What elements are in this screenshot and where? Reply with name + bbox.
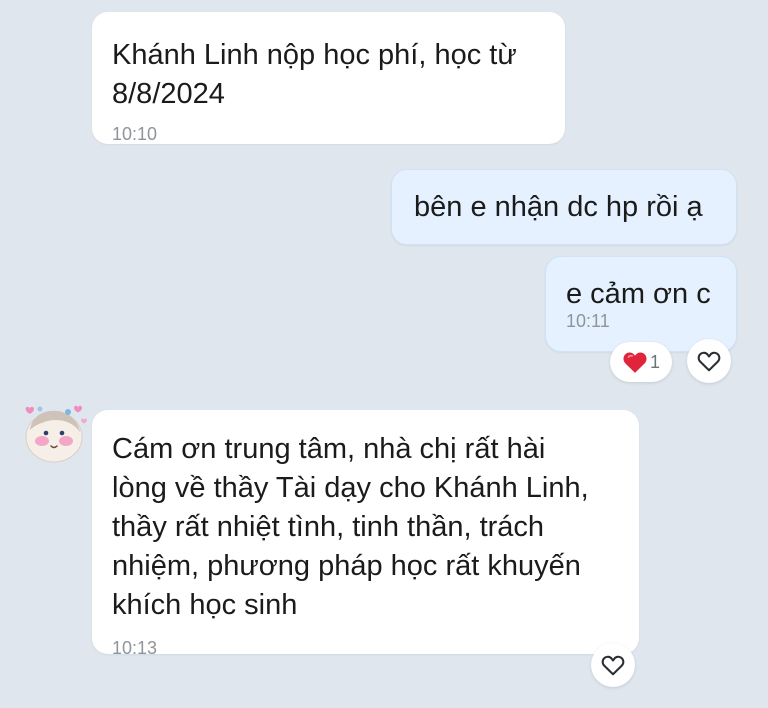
message-text: e cảm ơn c xyxy=(566,278,711,310)
message-timestamp: 10:10 xyxy=(112,124,158,144)
reaction-heart-count[interactable]: 1 xyxy=(610,342,672,382)
message-timestamp: 10:13 xyxy=(112,638,158,658)
message-text: Khánh Linh nộp học phí, học từ 8/8/2024 xyxy=(112,39,517,110)
sender-avatar[interactable] xyxy=(18,400,90,466)
react-button[interactable] xyxy=(591,643,635,687)
cartoon-avatar-icon xyxy=(18,405,90,470)
react-button[interactable] xyxy=(687,339,731,383)
message-bubble-incoming[interactable]: Khánh Linh nộp học phí, học từ 8/8/2024 … xyxy=(92,12,565,144)
message-bubble-outgoing[interactable]: bên e nhận dc hp rồi ạ xyxy=(391,169,737,245)
heart-outline-icon xyxy=(600,653,626,677)
heart-outline-icon xyxy=(696,349,722,373)
message-timestamp: 10:11 xyxy=(566,311,610,331)
red-heart-icon xyxy=(622,350,648,374)
message-bubble-outgoing[interactable]: e cảm ơn c 10:11 xyxy=(545,256,737,352)
message-text: Cám ơn trung tâm, nhà chị rất hài lòng v… xyxy=(112,433,589,621)
message-text: bên e nhận dc hp rồi ạ xyxy=(414,191,703,223)
message-bubble-incoming[interactable]: Cám ơn trung tâm, nhà chị rất hài lòng v… xyxy=(92,410,639,658)
reaction-count: 1 xyxy=(649,351,660,372)
